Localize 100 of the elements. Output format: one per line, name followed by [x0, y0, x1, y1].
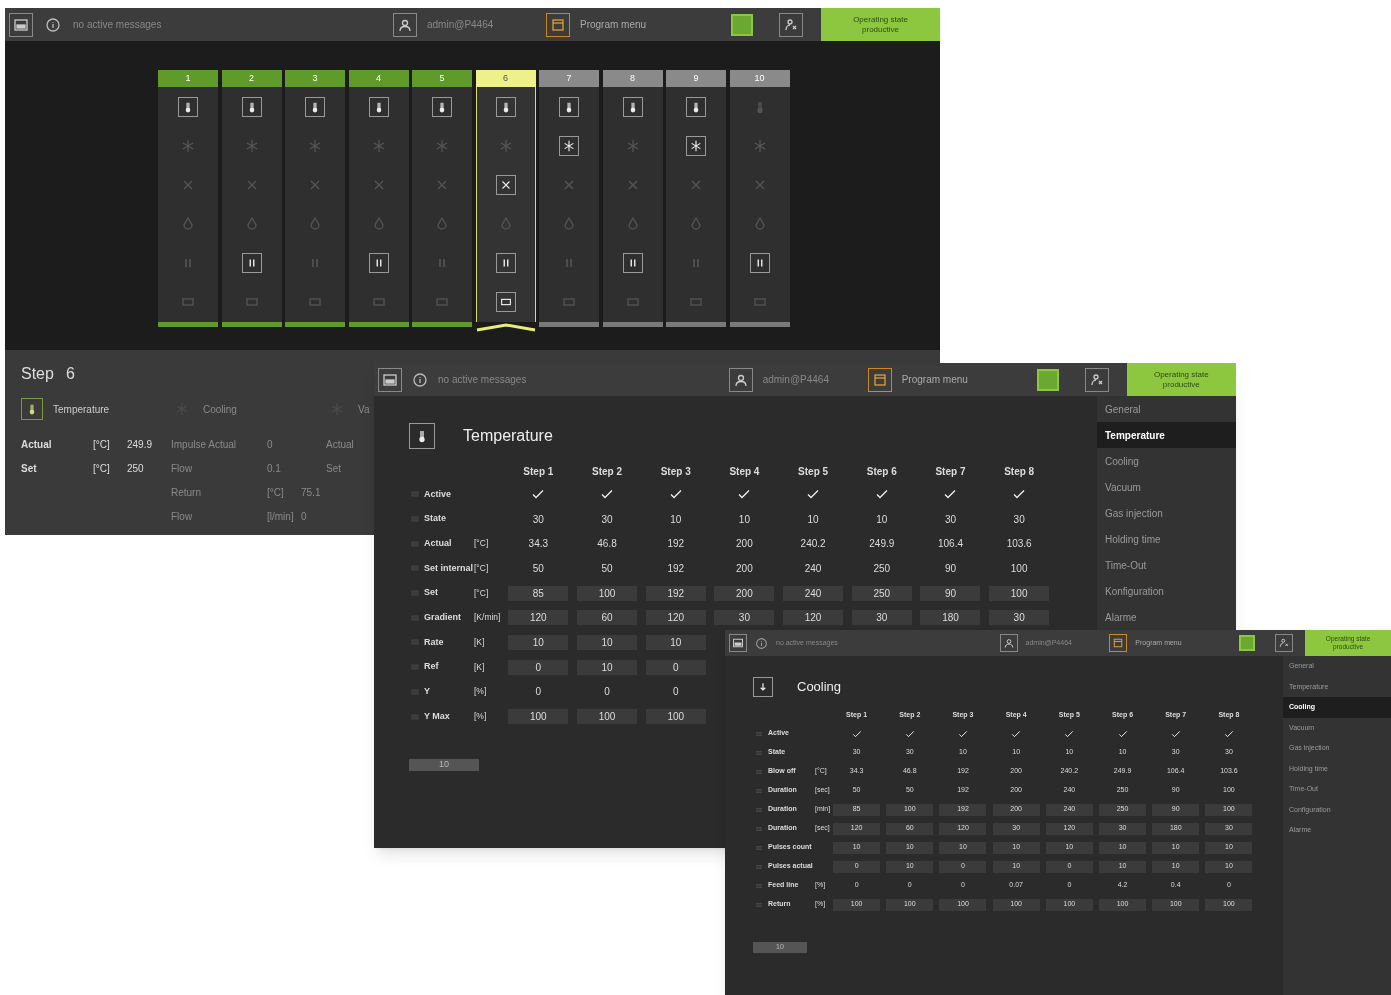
- group-title: Temperature: [53, 402, 110, 417]
- input-field[interactable]: 60: [577, 610, 638, 626]
- input-field[interactable]: 100: [645, 709, 706, 725]
- pause-icon[interactable]: [241, 252, 262, 273]
- page-title: Cooling: [797, 678, 842, 697]
- input-field[interactable]: 0: [508, 659, 569, 675]
- row-label: Rate: [424, 635, 445, 649]
- program-icon[interactable]: [1109, 634, 1128, 652]
- thermometer-icon[interactable]: [432, 96, 452, 117]
- snowflake-icon[interactable]: [559, 135, 579, 156]
- thermometer-icon[interactable]: [495, 96, 516, 117]
- row-label: State: [424, 512, 447, 526]
- sidebar-item[interactable]: Cooling: [1097, 448, 1236, 474]
- unit-label: [K/min]: [474, 611, 502, 625]
- row-label: Y Max: [424, 709, 451, 723]
- input-field[interactable]: 100: [577, 585, 638, 601]
- pause-icon[interactable]: [495, 252, 516, 273]
- input-field[interactable]: 192: [645, 585, 706, 601]
- step-count-field[interactable]: 10: [409, 758, 479, 771]
- unit-label: [K]: [474, 636, 486, 649]
- rectangle-icon[interactable]: [495, 291, 516, 312]
- input-field[interactable]: 30: [989, 610, 1050, 626]
- step-tab[interactable]: 6: [475, 70, 536, 87]
- unit-label: [K]: [474, 660, 486, 674]
- program-menu-link[interactable]: Program menu: [580, 17, 647, 32]
- step-number: 6: [65, 364, 75, 384]
- input-field[interactable]: 200: [714, 585, 775, 601]
- thermometer-icon[interactable]: [21, 398, 43, 420]
- sidebar-item[interactable]: Gas injection: [1097, 500, 1236, 526]
- screen-icon[interactable]: [9, 12, 33, 37]
- sidebar-item[interactable]: Vacuum: [1097, 474, 1236, 500]
- input-field[interactable]: 10: [577, 659, 638, 675]
- input-field[interactable]: 10: [577, 634, 638, 650]
- input-field[interactable]: 120: [645, 610, 706, 626]
- input-field[interactable]: 90: [920, 585, 981, 601]
- thermometer-icon[interactable]: [559, 96, 579, 117]
- table-cell-text: 34.3: [527, 537, 550, 552]
- sidebar-item[interactable]: Holding time: [1097, 526, 1236, 552]
- user-icon[interactable]: [728, 367, 753, 392]
- table-cell-text: 100: [1009, 561, 1029, 576]
- thermometer-icon[interactable]: [305, 96, 325, 117]
- person-icon[interactable]: [1275, 634, 1294, 652]
- sidebar-item[interactable]: Konfiguration: [1097, 578, 1236, 604]
- operating-state: Operating state productive: [1126, 363, 1236, 396]
- unit-label: [%]: [474, 710, 488, 723]
- table-cell-text: 103.6: [1005, 537, 1033, 552]
- user-icon[interactable]: [393, 12, 417, 37]
- input-field[interactable]: 30: [714, 610, 775, 626]
- status-square-icon[interactable]: [731, 13, 753, 36]
- sidebar-item[interactable]: Alarme: [1097, 604, 1236, 630]
- input-field[interactable]: 85: [508, 585, 569, 601]
- group-title: Cooling: [203, 402, 237, 417]
- table-cell-text: 10: [806, 512, 820, 527]
- status-square-icon[interactable]: [1036, 368, 1059, 391]
- input-field[interactable]: 10: [508, 634, 569, 650]
- input-field[interactable]: 120: [508, 610, 569, 626]
- snowflake-icon[interactable]: [686, 135, 706, 156]
- info-icon[interactable]: [755, 636, 768, 650]
- input-field[interactable]: 100: [508, 709, 569, 725]
- pause-icon[interactable]: [622, 252, 643, 273]
- sidebar-item[interactable]: Time-Out: [1097, 552, 1236, 578]
- status-square-icon[interactable]: [1239, 635, 1256, 651]
- input-field[interactable]: 180: [920, 610, 981, 626]
- info-icon[interactable]: [412, 371, 428, 388]
- thermometer-icon[interactable]: [686, 96, 706, 117]
- input-field[interactable]: 30: [851, 610, 912, 626]
- pause-icon[interactable]: [749, 252, 770, 273]
- input-field[interactable]: 240: [783, 585, 844, 601]
- thermometer-icon[interactable]: [368, 96, 389, 117]
- input-field[interactable]: 10: [645, 634, 706, 650]
- screen-icon[interactable]: [729, 634, 747, 652]
- person-icon[interactable]: [1084, 367, 1109, 392]
- program-icon[interactable]: [867, 367, 892, 392]
- pause-icon[interactable]: [368, 252, 389, 273]
- screen-icon[interactable]: [378, 367, 402, 392]
- unit-label: [°C]: [93, 461, 111, 476]
- sidebar-item[interactable]: General: [1097, 396, 1236, 422]
- input-field[interactable]: 0: [645, 659, 706, 675]
- thermometer-icon[interactable]: [178, 96, 198, 117]
- messages-text: no active messages: [438, 373, 527, 387]
- thermometer-icon[interactable]: [241, 96, 262, 117]
- table-cell-text: 240.2: [799, 537, 827, 552]
- program-icon[interactable]: [546, 12, 570, 37]
- field-value: 0: [267, 437, 273, 452]
- unit-label: [°C]: [93, 437, 111, 452]
- field-label: Flow: [171, 461, 194, 476]
- grip-icon: [753, 748, 765, 757]
- thermometer-icon[interactable]: [622, 96, 643, 117]
- page-title: Temperature: [463, 426, 553, 446]
- person-icon[interactable]: [779, 12, 803, 37]
- info-icon[interactable]: [45, 16, 61, 33]
- input-field[interactable]: 100: [577, 709, 638, 725]
- sidebar-item[interactable]: Temperature: [1097, 422, 1236, 448]
- user-icon[interactable]: [999, 634, 1018, 652]
- input-field[interactable]: 100: [989, 585, 1050, 601]
- input-field[interactable]: 250: [851, 585, 912, 601]
- field-value: 249.9: [127, 437, 153, 452]
- program-menu-link[interactable]: Program menu: [901, 372, 968, 387]
- user-name: admin@P4464: [762, 373, 829, 387]
- input-field[interactable]: 120: [783, 610, 844, 626]
